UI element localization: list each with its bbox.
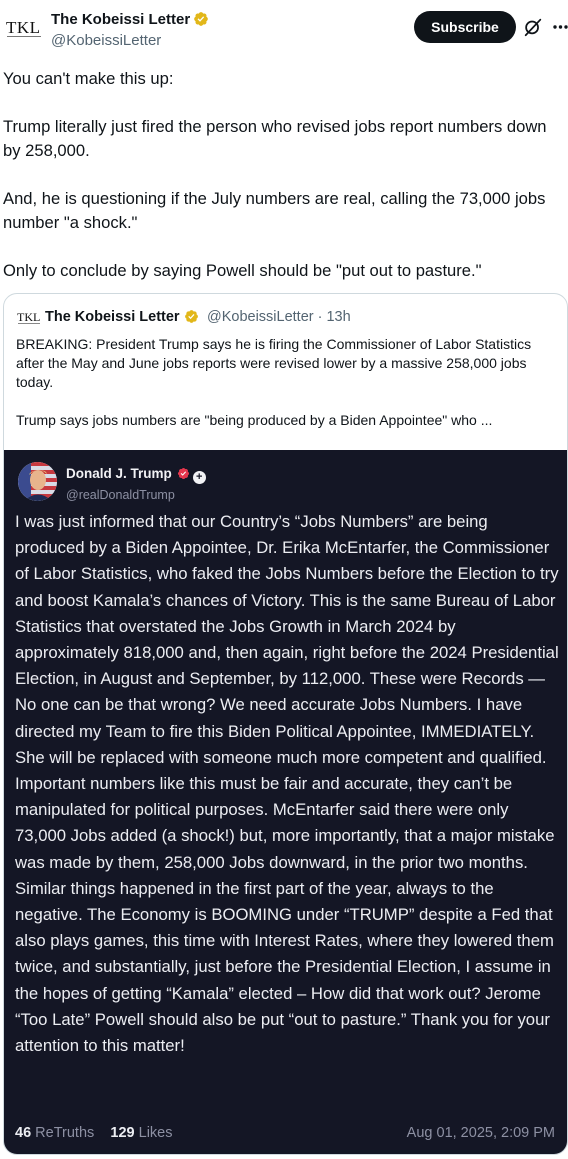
- truth-author-name-text: Donald J. Trump: [66, 466, 172, 481]
- tweet-paragraph: Trump literally just fired the person wh…: [3, 117, 547, 160]
- tweet-paragraph: You can't make this up:: [3, 69, 174, 88]
- quote-handle-time: @KobeissiLetter · 13h: [207, 309, 351, 325]
- tweet-header: TKL The Kobeissi Letter @KobeissiLetter …: [0, 0, 568, 58]
- logo-underline: [7, 36, 41, 37]
- grok-icon[interactable]: [522, 16, 544, 38]
- quote-text: BREAKING: President Trump says he is fir…: [16, 335, 556, 449]
- author-name[interactable]: The Kobeissi Letter: [51, 11, 209, 28]
- tweet-paragraph: Only to conclude by saying Powell should…: [3, 261, 482, 280]
- author-handle[interactable]: @KobeissiLetter: [51, 32, 161, 49]
- likes-label: Likes: [138, 1125, 173, 1141]
- more-icon[interactable]: [552, 17, 568, 37]
- subscribe-button[interactable]: Subscribe: [414, 11, 516, 43]
- avatar-portrait-icon: [18, 462, 57, 501]
- likes-count: 129: [110, 1125, 135, 1141]
- retruths-label: ReTruths: [35, 1125, 95, 1141]
- quote-author-avatar: TKL: [17, 308, 41, 326]
- quoted-tweet-card[interactable]: TKL The Kobeissi Letter @KobeissiLetter …: [3, 293, 568, 1155]
- truth-author-handle: @realDonaldTrump: [66, 488, 175, 502]
- quote-paragraph: Trump says jobs numbers are "being produ…: [16, 412, 493, 428]
- quote-author-name: The Kobeissi Letter: [45, 309, 199, 325]
- tweet-paragraph: And, he is questioning if the July numbe…: [3, 189, 546, 232]
- verified-badge-icon: [184, 310, 198, 323]
- author-avatar-logo[interactable]: TKL: [6, 14, 42, 42]
- plus-icon: +: [192, 471, 206, 484]
- logo-text: TKL: [6, 18, 41, 37]
- author-name-text: The Kobeissi Letter: [51, 11, 191, 28]
- truth-author-name: Donald J. Trump +: [66, 466, 206, 484]
- truth-social-post-image[interactable]: Donald J. Trump + @realDonaldTrump I was …: [4, 450, 567, 1154]
- quote-author-name-text: The Kobeissi Letter: [45, 309, 180, 325]
- retruths-count: 46: [15, 1125, 32, 1141]
- post-date: Aug 01, 2025, 2:09 PM: [406, 1125, 555, 1141]
- trump-avatar: [18, 462, 57, 501]
- quote-logo-underline: [18, 323, 40, 324]
- quote-paragraph: BREAKING: President Trump says he is fir…: [16, 336, 532, 390]
- truth-verified-icon: [177, 467, 189, 480]
- verified-badge-icon: [194, 12, 209, 26]
- truth-post-footer: 46 ReTruths 129 Likes Aug 01, 2025, 2:09…: [15, 1125, 555, 1147]
- truth-post-body: I was just informed that our Country’s “…: [15, 512, 559, 1056]
- tweet-text: You can't make this up: Trump literally …: [3, 67, 553, 307]
